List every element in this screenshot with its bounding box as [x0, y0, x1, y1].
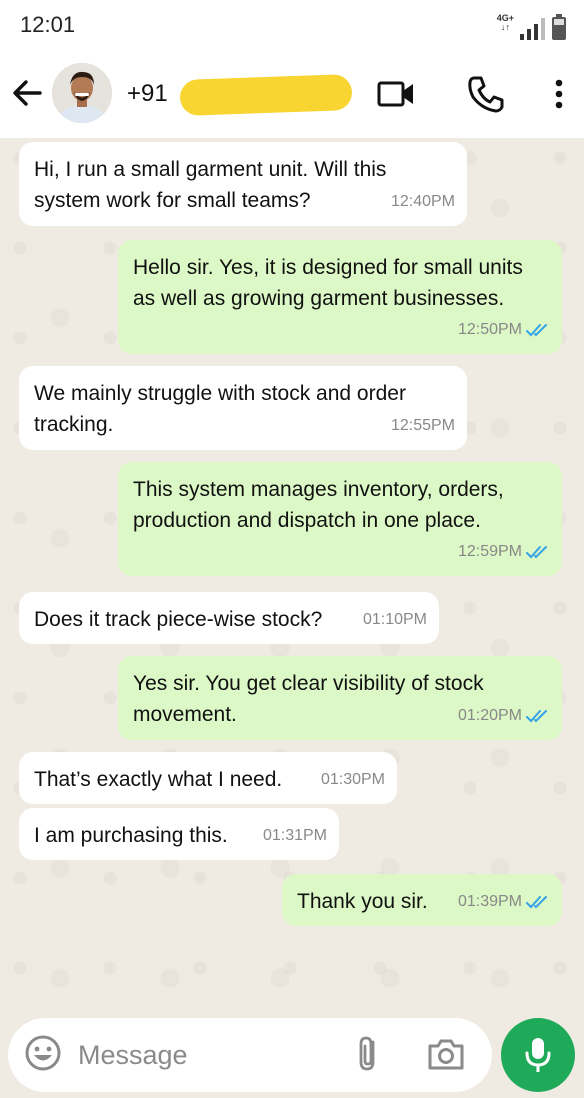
- message-text: Hello sir. Yes, it is designed for small…: [133, 256, 523, 310]
- network-type-label: 4G+ ↓↑: [496, 13, 514, 32]
- status-bar: 12:01 4G+ ↓↑: [0, 0, 584, 50]
- composer-bar: [0, 1018, 584, 1098]
- chat-header: +91: [0, 50, 584, 138]
- message-bubble-incoming[interactable]: We mainly struggle with stock and order …: [19, 366, 467, 450]
- read-receipt-icon: [526, 545, 547, 558]
- message-bubble-incoming[interactable]: I am purchasing this. 01:31PM: [19, 808, 339, 860]
- signal-icon: [520, 18, 545, 40]
- message-time: 12:59PM: [457, 543, 522, 560]
- message-time: 12:50PM: [457, 321, 522, 338]
- message-bubble-incoming[interactable]: Hi, I run a small garment unit. Will thi…: [19, 142, 467, 226]
- status-icons: 4G+ ↓↑: [497, 10, 566, 40]
- message-bubble-outgoing[interactable]: Hello sir. Yes, it is designed for small…: [118, 240, 562, 354]
- message-time: 12:55PM: [390, 417, 455, 434]
- read-receipt-icon: [526, 895, 547, 908]
- camera-icon[interactable]: [426, 1036, 466, 1072]
- message-meta: 01:30PM: [321, 764, 385, 795]
- message-bubble-incoming[interactable]: That’s exactly what I need. 01:30PM: [19, 752, 397, 804]
- message-meta: 12:59PM: [458, 536, 550, 567]
- mic-icon: [525, 1038, 551, 1072]
- message-meta: 01:31PM: [263, 820, 327, 851]
- phone-icon[interactable]: [466, 74, 506, 114]
- message-bubble-outgoing[interactable]: Yes sir. You get clear visibility of sto…: [118, 656, 562, 740]
- video-call-icon[interactable]: [376, 74, 416, 114]
- message-time: 01:30PM: [320, 771, 385, 788]
- message-time: 01:31PM: [262, 827, 327, 844]
- message-meta: 01:10PM: [363, 604, 427, 635]
- message-meta: 12:55PM: [391, 410, 455, 441]
- mic-button[interactable]: [501, 1018, 575, 1092]
- message-time: 01:20PM: [457, 707, 522, 724]
- message-meta: 12:40PM: [391, 186, 455, 217]
- contact-avatar[interactable]: [52, 63, 112, 123]
- read-receipt-icon: [526, 709, 547, 722]
- message-meta: 01:20PM: [458, 700, 550, 731]
- redaction-mark: [179, 74, 353, 116]
- message-time: 01:10PM: [362, 611, 427, 628]
- emoji-icon[interactable]: [24, 1034, 62, 1072]
- message-meta: 01:39PM: [458, 886, 550, 917]
- message-bubble-incoming[interactable]: Does it track piece-wise stock? 01:10PM: [19, 592, 439, 644]
- contact-name[interactable]: +91: [127, 80, 168, 108]
- message-text: This system manages inventory, orders, p…: [133, 478, 504, 532]
- avatar-image: [52, 63, 112, 123]
- message-bubble-outgoing[interactable]: This system manages inventory, orders, p…: [118, 462, 562, 576]
- message-time: 12:40PM: [390, 193, 455, 210]
- message-input[interactable]: [78, 1035, 338, 1075]
- message-input-box[interactable]: [8, 1018, 492, 1092]
- message-bubble-outgoing[interactable]: Thank you sir. 01:39PM: [282, 874, 562, 926]
- chat-area[interactable]: Hi, I run a small garment unit. Will thi…: [0, 138, 584, 1018]
- more-vert-icon[interactable]: [544, 74, 574, 114]
- attach-icon[interactable]: [351, 1034, 387, 1074]
- message-meta: 12:50PM: [458, 314, 550, 345]
- read-receipt-icon: [526, 323, 547, 336]
- message-time: 01:39PM: [457, 893, 522, 910]
- status-time: 12:01: [20, 12, 76, 37]
- back-arrow-icon[interactable]: [10, 76, 44, 110]
- battery-icon: [552, 14, 566, 40]
